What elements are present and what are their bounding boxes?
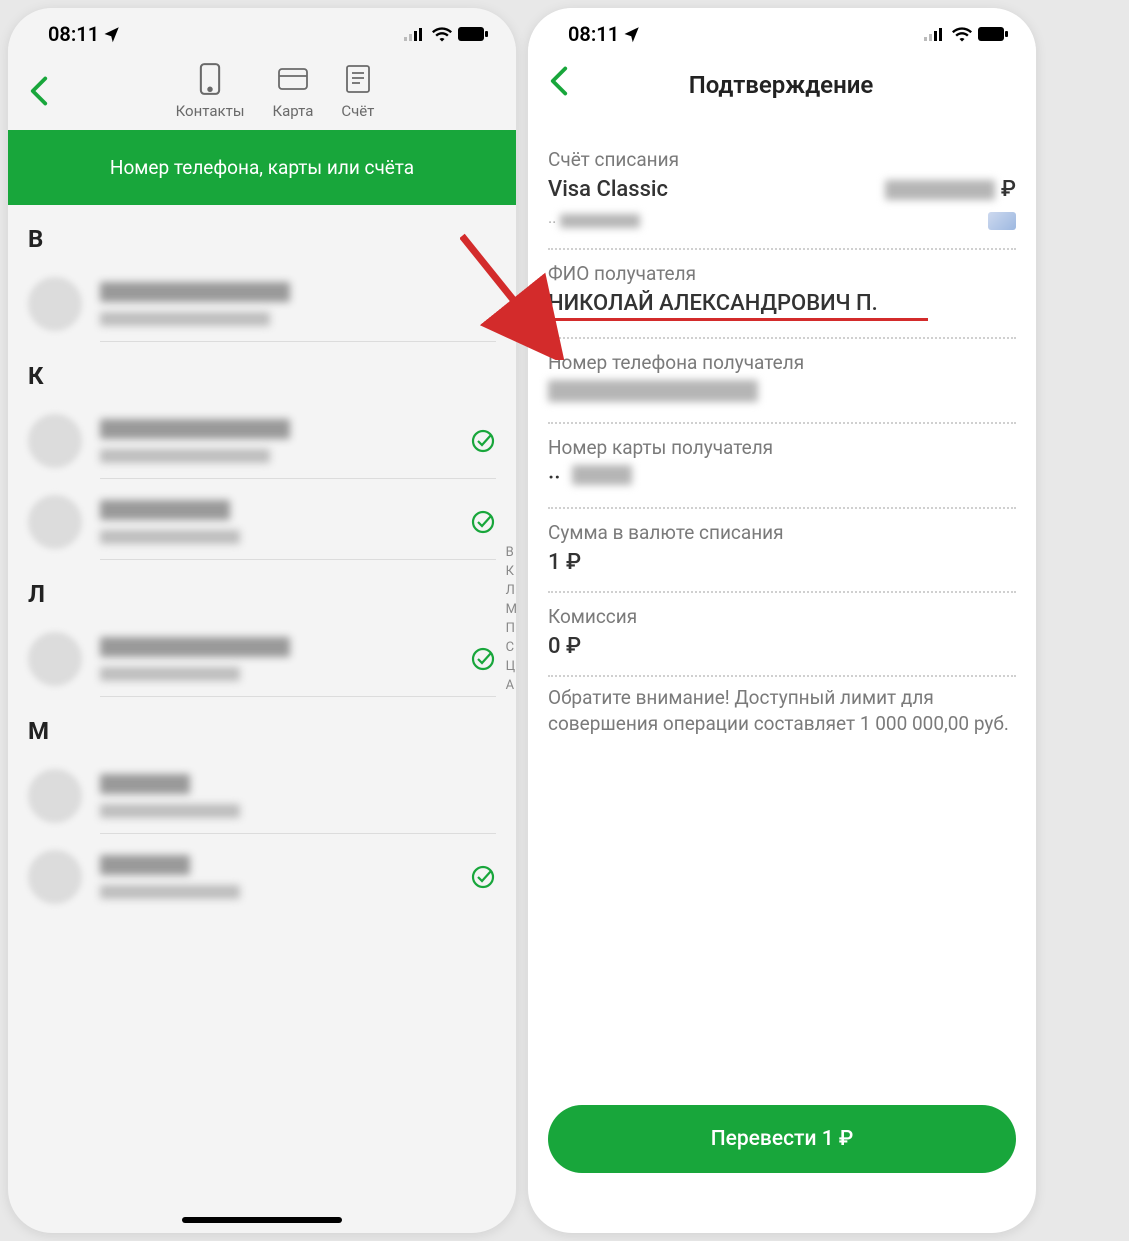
separator [548,337,1016,339]
separator [548,248,1016,250]
status-time: 08:11 [568,22,619,46]
sber-check-icon [470,509,496,535]
avatar [28,414,82,468]
avatar [28,495,82,549]
avatar [28,769,82,823]
top-nav: Контакты Карта Счёт [8,52,516,130]
location-icon [623,25,641,43]
section-header: Л [8,560,516,616]
field-recipient-phone: Номер телефона получателя [548,341,1016,420]
account-icon [346,65,370,93]
recipient-name-value: НИКОЛАЙ АЛЕКСАНДРОВИЧ П. [548,291,1016,316]
wifi-icon [952,26,972,42]
confirm-header: Подтверждение [528,52,1036,124]
search-input[interactable]: Номер телефона, карты или счёта [8,130,516,205]
contacts-screen: 08:11 Контакты Карта [8,8,516,1233]
contact-row[interactable] [8,479,516,559]
separator [548,507,1016,509]
fee-value: 0 ₽ [548,634,1016,659]
tab-card[interactable]: Карта [272,64,313,120]
separator [548,591,1016,593]
annotation-underline [548,318,928,321]
source-account-name: Visa Classic [548,177,668,202]
contacts-list[interactable]: В К Л [8,205,516,914]
separator [548,422,1016,424]
contact-row[interactable] [8,616,516,696]
signal-icon [404,27,426,41]
contact-row[interactable] [8,753,516,833]
field-amount: Сумма в валюте списания 1 ₽ [548,511,1016,589]
location-icon [103,25,121,43]
wifi-icon [432,26,452,42]
back-button[interactable] [26,64,52,114]
back-button[interactable] [546,66,572,104]
balance-blurred [885,180,995,200]
contact-row[interactable] [8,398,516,478]
card-thumbnail-icon [988,212,1016,230]
field-recipient-name: ФИО получателя НИКОЛАЙ АЛЕКСАНДРОВИЧ П. [548,252,1016,335]
phone-icon [199,63,221,95]
battery-icon [458,27,488,41]
home-indicator[interactable] [182,1217,342,1223]
field-fee: Комиссия 0 ₽ [548,595,1016,673]
contact-row[interactable] [8,261,516,341]
sber-check-icon [470,864,496,890]
tab-contacts[interactable]: Контакты [176,64,245,120]
tab-contacts-label: Контакты [176,102,245,120]
phone-blurred [548,380,758,402]
card-num-blurred [572,465,632,485]
tab-account[interactable]: Счёт [341,64,374,120]
sber-check-icon [470,428,496,454]
account-num-blurred [560,214,640,228]
battery-icon [978,27,1008,41]
tab-card-label: Карта [272,102,313,120]
status-bar: 08:11 [8,8,516,52]
page-title: Подтверждение [572,71,990,99]
separator [548,675,1016,677]
field-source-account: Счёт списания Visa Classic ₽ ·· [548,138,1016,246]
section-header: К [8,342,516,398]
transfer-button[interactable]: Перевести 1 ₽ [548,1105,1016,1173]
avatar [28,850,82,904]
amount-value: 1 ₽ [548,550,1016,575]
section-header: В [8,205,516,261]
status-time: 08:11 [48,22,99,46]
contact-row[interactable] [8,834,516,914]
notice-text: Обратите внимание! Доступный лимит для с… [548,679,1016,736]
section-header: М [8,697,516,753]
avatar [28,277,82,331]
confirmation-screen: 08:11 Подтверждение Счёт списания Visa C… [528,8,1036,1233]
tab-account-label: Счёт [341,102,374,120]
field-recipient-card: Номер карты получателя ·· [548,426,1016,505]
card-icon [278,68,308,90]
status-bar: 08:11 [528,8,1036,52]
sber-check-icon [470,646,496,672]
signal-icon [924,27,946,41]
avatar [28,632,82,686]
alpha-index[interactable]: В К Л М П С Ц А [506,545,516,693]
